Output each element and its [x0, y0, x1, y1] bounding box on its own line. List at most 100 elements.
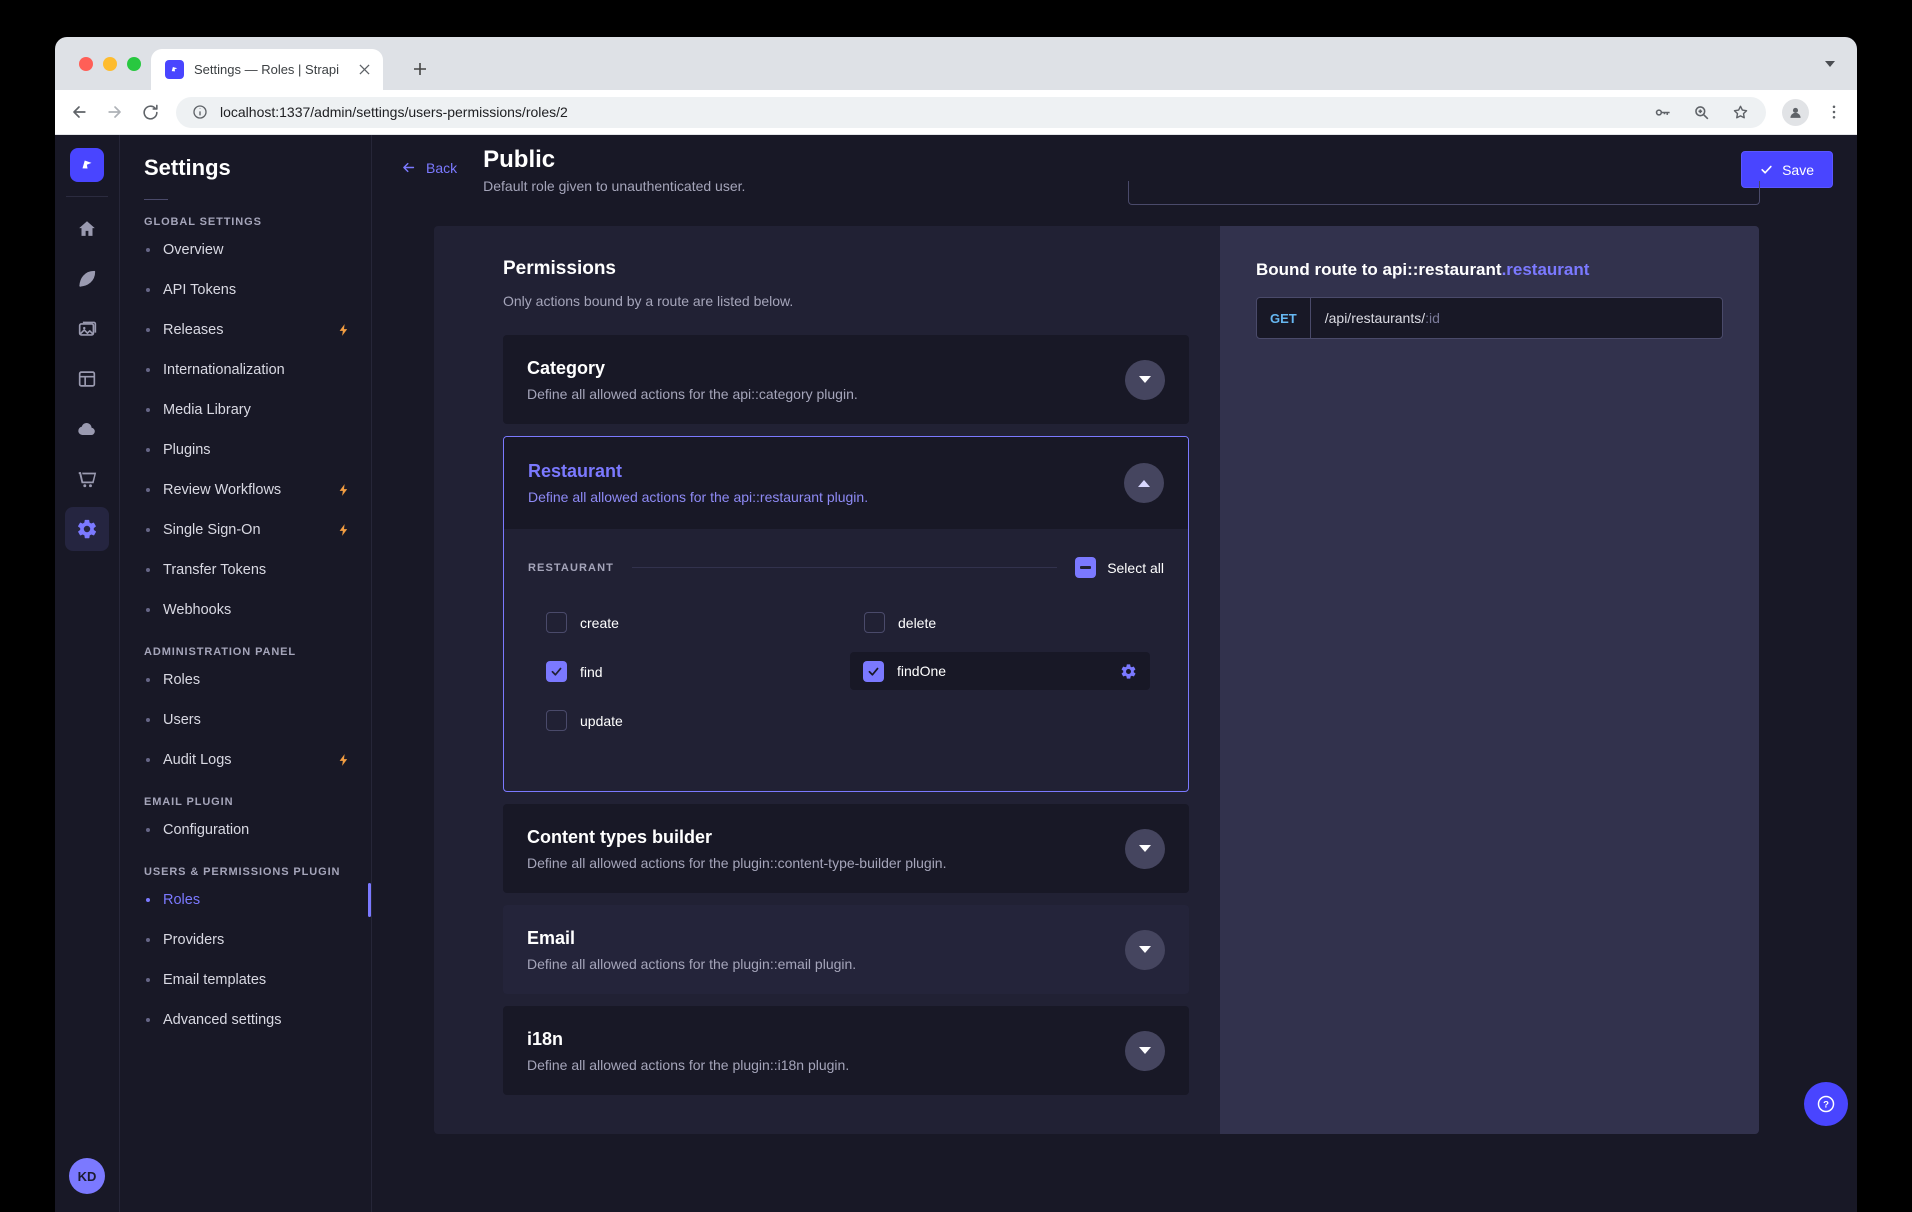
browser-window: Settings — Roles | Strapi localhost:1337…: [55, 37, 1857, 1212]
bullet-icon: [146, 528, 150, 532]
select-all-checkbox[interactable]: [1075, 557, 1096, 578]
sidebar-item-audit-logs[interactable]: Audit Logs: [120, 740, 371, 780]
tab-strip: Settings — Roles | Strapi: [55, 37, 1857, 90]
browser-tab[interactable]: Settings — Roles | Strapi: [151, 49, 383, 90]
page-title: Public: [483, 147, 745, 173]
url-bar[interactable]: localhost:1337/admin/settings/users-perm…: [176, 97, 1766, 128]
sidebar-item-configuration[interactable]: Configuration: [120, 810, 371, 850]
strapi-logo[interactable]: [70, 148, 104, 182]
accordion-restaurant-header[interactable]: Restaurant Define all allowed actions fo…: [504, 437, 1188, 529]
lightning-icon: [337, 323, 351, 337]
find-checkbox[interactable]: [546, 661, 567, 682]
permission-delete[interactable]: delete: [846, 598, 1164, 647]
sidebar-item-overview[interactable]: Overview: [120, 230, 371, 270]
sidebar-item-up-roles[interactable]: Roles: [120, 880, 371, 920]
bullet-icon: [146, 1018, 150, 1022]
bullet-icon: [146, 718, 150, 722]
permission-update[interactable]: update: [528, 696, 846, 745]
sidebar-item-internationalization[interactable]: Internationalization: [120, 350, 371, 390]
permission-create[interactable]: create: [528, 598, 846, 647]
password-key-icon[interactable]: [1653, 103, 1672, 122]
sidebar-item-transfer-tokens[interactable]: Transfer Tokens: [120, 550, 371, 590]
bullet-icon: [146, 758, 150, 762]
delete-checkbox[interactable]: [864, 612, 885, 633]
update-checkbox[interactable]: [546, 710, 567, 731]
chevron-down-icon[interactable]: [1125, 930, 1165, 970]
bullet-icon: [146, 978, 150, 982]
browser-toolbar: localhost:1337/admin/settings/users-perm…: [55, 90, 1857, 135]
close-window-button[interactable]: [79, 57, 93, 71]
url-bar-actions: [1653, 103, 1750, 122]
svg-text:?: ?: [1823, 1100, 1829, 1111]
bullet-icon: [146, 568, 150, 572]
sidebar-item-users[interactable]: Users: [120, 700, 371, 740]
permission-checkbox-grid: create delete find: [528, 598, 1164, 745]
home-icon[interactable]: [65, 207, 109, 251]
sidebar-item-email-templates[interactable]: Email templates: [120, 960, 371, 1000]
nav-divider: [144, 199, 168, 200]
sidebar-item-api-tokens[interactable]: API Tokens: [120, 270, 371, 310]
tab-close-icon[interactable]: [355, 61, 373, 79]
rail-divider: [66, 196, 108, 197]
sidebar-item-releases[interactable]: Releases: [120, 310, 371, 350]
sidebar-item-admin-roles[interactable]: Roles: [120, 660, 371, 700]
sidebar-item-providers[interactable]: Providers: [120, 920, 371, 960]
nav-section-email-plugin: EMAIL PLUGIN: [144, 796, 347, 808]
strapi-favicon: [165, 60, 184, 79]
chevron-down-icon[interactable]: [1125, 829, 1165, 869]
sidebar-item-webhooks[interactable]: Webhooks: [120, 590, 371, 630]
accordion-description: Define all allowed actions for the api::…: [528, 489, 1124, 505]
sidebar-item-single-sign-on[interactable]: Single Sign-On: [120, 510, 371, 550]
chevron-up-icon[interactable]: [1124, 463, 1164, 503]
reload-icon[interactable]: [141, 103, 160, 122]
help-button[interactable]: ?: [1804, 1082, 1848, 1126]
configure-permission-gear-icon[interactable]: [1120, 663, 1137, 680]
scrolled-text-input[interactable]: [1128, 181, 1760, 205]
create-checkbox[interactable]: [546, 612, 567, 633]
forward-navigation-icon[interactable]: [105, 102, 125, 122]
findone-checkbox[interactable]: [863, 661, 884, 682]
maximize-window-button[interactable]: [127, 57, 141, 71]
sidebar-item-review-workflows[interactable]: Review Workflows: [120, 470, 371, 510]
back-navigation-icon[interactable]: [69, 102, 89, 122]
nav-section-global-settings: GLOBAL SETTINGS: [144, 216, 347, 228]
permission-findone-row[interactable]: findOne: [850, 652, 1150, 690]
sidebar-item-plugins[interactable]: Plugins: [120, 430, 371, 470]
new-tab-button[interactable]: [407, 56, 433, 82]
bullet-icon: [146, 248, 150, 252]
marketplace-cart-icon[interactable]: [65, 457, 109, 501]
user-avatar[interactable]: KD: [69, 1158, 105, 1194]
bookmark-star-icon[interactable]: [1731, 103, 1750, 122]
browser-menu-icon[interactable]: [1825, 103, 1843, 121]
content-type-builder-icon[interactable]: [65, 357, 109, 401]
browser-profile-icon[interactable]: [1782, 99, 1809, 126]
tab-search-chevron-icon[interactable]: [1819, 53, 1841, 75]
sidebar-item-advanced-settings[interactable]: Advanced settings: [120, 1000, 371, 1040]
accordion-description: Define all allowed actions for the plugi…: [527, 956, 1125, 972]
back-link[interactable]: Back: [400, 159, 457, 176]
sidebar-item-media-library[interactable]: Media Library: [120, 390, 371, 430]
accordion-ctb-header[interactable]: Content types builder Define all allowed…: [503, 804, 1189, 893]
check-icon: [550, 665, 563, 678]
settings-icon[interactable]: [65, 507, 109, 551]
chevron-down-icon[interactable]: [1125, 360, 1165, 400]
permission-find[interactable]: find: [528, 647, 846, 696]
http-method-badge: GET: [1257, 298, 1311, 338]
main-content: Back Public Default role given to unauth…: [372, 135, 1857, 1212]
deploy-cloud-icon[interactable]: [65, 407, 109, 451]
chevron-down-icon[interactable]: [1125, 1031, 1165, 1071]
bullet-icon: [146, 408, 150, 412]
site-info-icon[interactable]: [192, 104, 208, 120]
content-manager-icon[interactable]: [65, 257, 109, 301]
route-display[interactable]: GET /api/restaurants/:id: [1256, 297, 1723, 339]
minimize-window-button[interactable]: [103, 57, 117, 71]
restaurant-section-row: RESTAURANT Select all: [528, 557, 1164, 578]
accordion-email-header[interactable]: Email Define all allowed actions for the…: [503, 905, 1189, 994]
lightning-icon: [337, 523, 351, 537]
select-all-control[interactable]: Select all: [1075, 557, 1164, 578]
accordion-restaurant: Restaurant Define all allowed actions fo…: [503, 436, 1189, 792]
zoom-page-icon[interactable]: [1692, 103, 1711, 122]
media-library-icon[interactable]: [65, 307, 109, 351]
accordion-category-header[interactable]: Category Define all allowed actions for …: [503, 335, 1189, 424]
accordion-i18n-header[interactable]: i18n Define all allowed actions for the …: [503, 1006, 1189, 1095]
